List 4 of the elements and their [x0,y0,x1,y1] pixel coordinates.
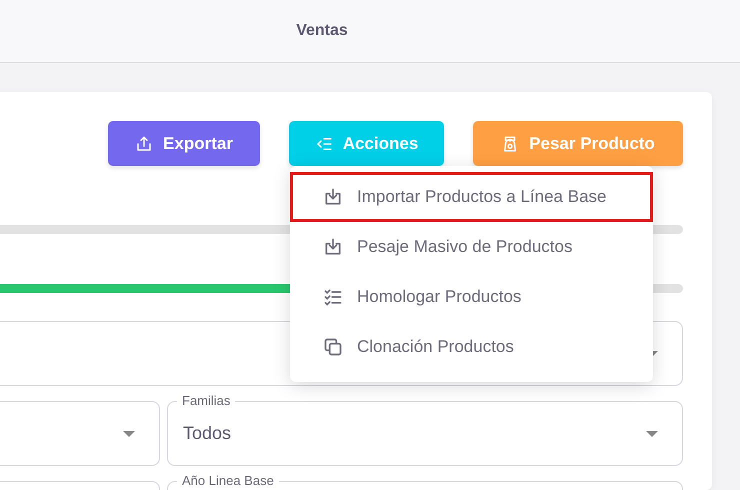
field-value: Todos [183,423,232,444]
field-label: Año Linea Base [177,473,279,488]
page-title: Ventas [296,22,348,40]
field-label: Familias [177,393,236,408]
